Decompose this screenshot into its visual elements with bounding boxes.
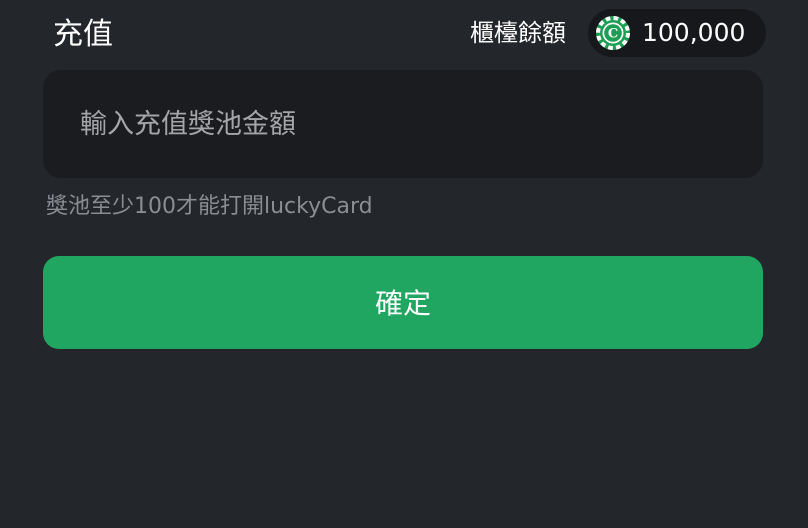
amount-field-container (43, 70, 763, 178)
confirm-button[interactable]: 確定 (43, 256, 763, 349)
minimum-amount-hint: 獎池至少100才能打開luckyCard (46, 194, 373, 219)
chip-c-icon: C (596, 16, 630, 50)
amount-input[interactable] (43, 70, 763, 178)
balance-label: 櫃檯餘額 (470, 19, 566, 47)
chip-letter: C (608, 27, 618, 42)
balance-value: 100,000 (642, 18, 746, 47)
header: 充值 櫃檯餘額 C 100,000 (0, 0, 808, 70)
page-title: 充值 (53, 17, 113, 52)
balance-pill: C 100,000 (588, 9, 766, 57)
